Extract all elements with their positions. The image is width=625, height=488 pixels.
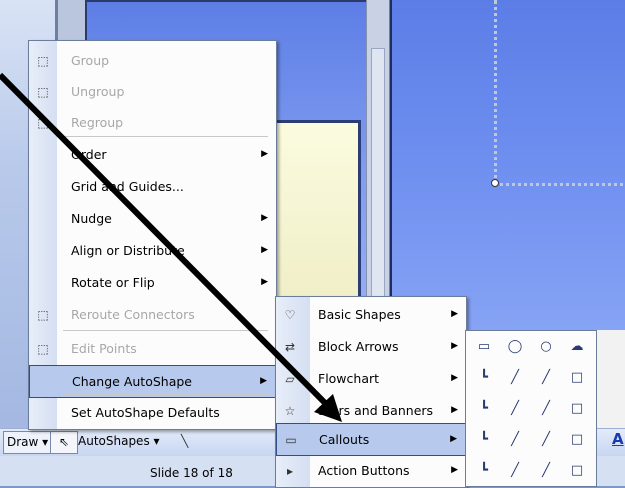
autoshape-category-action-buttons[interactable]: ▸ Action Buttons ▶ xyxy=(276,455,466,486)
callout-shape-icon[interactable]: ▭ xyxy=(470,333,498,361)
menu-item-label: Grid and Guides... xyxy=(71,179,184,194)
callout-shape-icon[interactable]: ☁ xyxy=(563,333,591,361)
menu-separator xyxy=(63,136,268,137)
submenu-arrow-icon: ▶ xyxy=(261,149,268,159)
block-arrows-icon: ⇄ xyxy=(284,340,296,354)
reroute-icon: ⬚ xyxy=(37,308,49,322)
autoshapes-button[interactable]: AutoShapes ▾ xyxy=(75,431,181,452)
draw-menu-item-rotate-or-flip[interactable]: Rotate or Flip ▶ xyxy=(29,267,276,298)
callout-shape-icon[interactable]: □ xyxy=(563,395,591,423)
callout-shape-icon[interactable]: ○ xyxy=(532,333,560,361)
font-color-icon[interactable]: A xyxy=(612,430,624,448)
autoshape-category-callouts[interactable]: ▭ Callouts ▶ xyxy=(276,423,466,456)
menu-separator xyxy=(63,330,268,331)
submenu-arrow-icon: ▶ xyxy=(451,309,458,319)
submenu-item-label: Stars and Banners xyxy=(318,403,434,418)
action-buttons-icon: ▸ xyxy=(286,464,294,478)
submenu-arrow-icon: ▶ xyxy=(261,213,268,223)
regroup-icon: ⬚ xyxy=(37,116,49,130)
menu-item-label: Edit Points xyxy=(71,341,137,356)
menu-item-label: Nudge xyxy=(71,211,112,226)
menu-item-label: Set AutoShape Defaults xyxy=(71,405,220,420)
submenu-item-label: Action Buttons xyxy=(318,463,410,478)
stars-banners-icon: ☆ xyxy=(284,404,296,418)
draw-menu: ⬚ Group ⬚ Ungroup ⬚ Regroup Order ▶ Grid and Gui… xyxy=(28,40,277,430)
submenu-item-label: Flowchart xyxy=(318,371,380,386)
submenu-arrow-icon: ▶ xyxy=(451,465,458,475)
ungroup-icon: ⬚ xyxy=(37,85,49,99)
autoshape-category-block-arrows[interactable]: ⇄ Block Arrows ▶ xyxy=(276,331,466,362)
menu-item-label: Reroute Connectors xyxy=(71,307,195,322)
submenu-item-label: Callouts xyxy=(319,432,370,447)
draw-menu-item-grid-and-guides[interactable]: Grid and Guides... xyxy=(29,171,276,202)
menu-item-label: Order xyxy=(71,147,107,162)
selection-handle[interactable] xyxy=(491,179,499,187)
callout-shape-icon[interactable]: ╱ xyxy=(532,364,560,392)
callout-shape-icon[interactable]: □ xyxy=(563,364,591,392)
slide-indicator: Slide 18 of 18 xyxy=(150,466,233,480)
callout-shape-icon[interactable]: ╱ xyxy=(501,426,529,454)
change-autoshape-submenu: ♡ Basic Shapes ▶ ⇄ Block Arrows ▶ ▱ Flowchart ▶ ☆… xyxy=(275,296,467,488)
draw-menu-item-regroup: ⬚ Regroup xyxy=(29,107,276,138)
select-objects-icon[interactable]: ⇖ xyxy=(50,431,78,454)
draw-menu-item-order[interactable]: Order ▶ xyxy=(29,139,276,170)
draw-menu-item-nudge[interactable]: Nudge ▶ xyxy=(29,203,276,234)
menu-item-label: Group xyxy=(71,53,110,68)
autoshape-category-flowchart[interactable]: ▱ Flowchart ▶ xyxy=(276,363,466,394)
draw-menu-button[interactable]: Draw ▾ xyxy=(3,431,55,454)
menu-item-label: Rotate or Flip xyxy=(71,275,155,290)
submenu-arrow-icon: ▶ xyxy=(260,376,267,386)
callout-shape-icon[interactable]: □ xyxy=(563,457,591,485)
callout-shape-icon[interactable]: ╱ xyxy=(532,457,560,485)
submenu-item-label: Block Arrows xyxy=(318,339,399,354)
basic-shapes-icon: ♡ xyxy=(284,308,296,322)
draw-menu-item-ungroup: ⬚ Ungroup xyxy=(29,76,276,107)
submenu-item-label: Basic Shapes xyxy=(318,307,401,322)
draw-menu-item-reroute-connectors: ⬚ Reroute Connectors xyxy=(29,299,276,330)
callout-shape-icon[interactable]: ╱ xyxy=(501,457,529,485)
edit-points-icon: ⬚ xyxy=(37,342,49,356)
menu-separator xyxy=(63,394,268,395)
menu-item-label: Ungroup xyxy=(71,84,125,99)
group-icon: ⬚ xyxy=(37,54,49,68)
callouts-palette: ▭ ◯ ○ ☁ ┗ ╱ ╱ □ ┗ ╱ ╱ □ ┗ ╱ ╱ □ ┗ ╱ ╱ □ xyxy=(465,330,597,487)
submenu-arrow-icon: ▶ xyxy=(261,245,268,255)
draw-menu-item-set-autoshape-defaults[interactable]: Set AutoShape Defaults xyxy=(29,397,276,428)
callout-shape-icon[interactable]: ╱ xyxy=(501,395,529,423)
submenu-arrow-icon: ▶ xyxy=(261,277,268,287)
flowchart-icon: ▱ xyxy=(285,372,295,386)
callout-shape-icon[interactable]: ╱ xyxy=(501,364,529,392)
draw-menu-item-align-or-distribute[interactable]: Align or Distribute ▶ xyxy=(29,235,276,266)
submenu-arrow-icon: ▶ xyxy=(450,434,457,444)
callout-shape-icon[interactable]: □ xyxy=(563,426,591,454)
submenu-arrow-icon: ▶ xyxy=(451,373,458,383)
menu-item-label: Align or Distribute xyxy=(71,243,185,258)
callout-shape-icon[interactable]: ◯ xyxy=(501,333,529,361)
callout-shape-icon[interactable]: ┗ xyxy=(470,364,498,392)
selected-shape[interactable] xyxy=(494,0,625,186)
autoshape-category-basic-shapes[interactable]: ♡ Basic Shapes ▶ xyxy=(276,299,466,330)
draw-menu-item-edit-points: ⬚ Edit Points xyxy=(29,333,276,364)
draw-menu-item-group: ⬚ Group xyxy=(29,45,276,76)
submenu-arrow-icon: ▶ xyxy=(451,405,458,415)
menu-item-label: Change AutoShape xyxy=(72,374,192,389)
callouts-icon: ▭ xyxy=(285,433,297,447)
autoshape-category-stars-and-banners[interactable]: ☆ Stars and Banners ▶ xyxy=(276,395,466,426)
callout-shape-icon[interactable]: ┗ xyxy=(470,395,498,423)
callout-shape-icon[interactable]: ┗ xyxy=(470,426,498,454)
line-icon[interactable]: ╲ xyxy=(178,431,208,452)
callout-shape-icon[interactable]: ┗ xyxy=(470,457,498,485)
menu-item-label: Regroup xyxy=(71,115,124,130)
submenu-arrow-icon: ▶ xyxy=(451,341,458,351)
callout-shape-icon[interactable]: ╱ xyxy=(532,395,560,423)
callout-shape-icon[interactable]: ╱ xyxy=(532,426,560,454)
